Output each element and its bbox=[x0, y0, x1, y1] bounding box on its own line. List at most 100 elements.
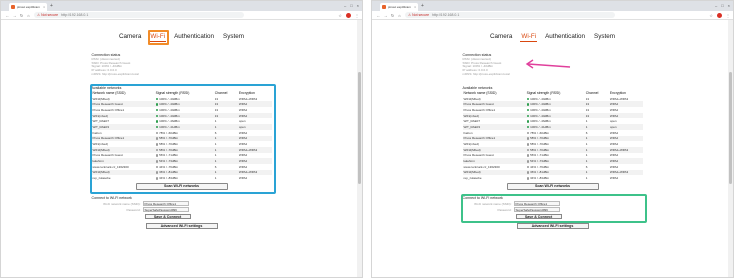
home-icon[interactable]: ⌂ bbox=[25, 13, 32, 18]
home-icon[interactable]: ⌂ bbox=[396, 13, 403, 18]
reload-icon[interactable]: ↻ bbox=[389, 13, 396, 18]
page-scrollbar[interactable] bbox=[357, 20, 362, 277]
ssid-label: Wi-Fi network name (SSID): bbox=[103, 201, 141, 206]
wifi-signal-icon bbox=[526, 114, 530, 118]
networks-table: Network name (SSID) Signal strength (RSS… bbox=[462, 91, 643, 182]
profile-avatar-icon[interactable] bbox=[717, 12, 722, 18]
close-window-icon[interactable]: × bbox=[728, 3, 730, 9]
signal-value: 36% / -81dBm bbox=[530, 170, 550, 175]
nav-authentication[interactable]: Authentication bbox=[173, 31, 215, 42]
signal-value: 44% / -76dBm bbox=[530, 164, 550, 169]
nav-system[interactable]: System bbox=[593, 31, 616, 42]
back-icon[interactable]: ← bbox=[375, 13, 382, 18]
scan-networks-button[interactable]: Scan Wi-Fi networks bbox=[506, 183, 599, 191]
browser-tab[interactable]: pinout esp32cam × bbox=[9, 3, 47, 11]
bookmark-star-icon[interactable]: ☆ bbox=[709, 13, 713, 18]
connection-status: Connection status RSSI: (disconnected) S… bbox=[92, 53, 192, 77]
new-tab-button[interactable]: + bbox=[421, 3, 424, 9]
tab-strip: pinout esp32cam × + – □ × bbox=[372, 1, 733, 11]
available-networks-title: Available networks bbox=[462, 85, 493, 90]
table-header-row: Network name (SSID) Signal strength (RSS… bbox=[463, 91, 643, 96]
signal-value: 56% / -71dBm bbox=[530, 153, 550, 158]
advanced-wifi-settings-button[interactable]: Advanced Wi-Fi settings bbox=[145, 223, 218, 230]
ssid-input[interactable]: Pruss Research Office1 bbox=[142, 201, 189, 207]
back-icon[interactable]: ← bbox=[4, 13, 11, 18]
wifi-signal-icon bbox=[526, 97, 530, 100]
status-line: mDNS: http://pruss-esp32cam.local bbox=[462, 71, 510, 76]
url-text: http://192.168.0.1 bbox=[61, 13, 89, 17]
nav-wifi[interactable]: Wi-Fi bbox=[520, 31, 538, 42]
networks-table-body: WiFi2(Mbed) 100% / -40dBm 13 WPA2+WPA3 Pruss… bbox=[462, 96, 643, 181]
browser-tab[interactable]: pinout esp32cam × bbox=[380, 3, 418, 11]
close-window-icon[interactable]: × bbox=[357, 3, 359, 9]
available-networks: Available networks Network name (SSID) S… bbox=[462, 85, 643, 191]
password-input[interactable]: SuperSafePassword999 bbox=[142, 207, 189, 213]
wifi-signal-icon bbox=[526, 143, 530, 146]
scrollbar-thumb[interactable] bbox=[358, 72, 361, 184]
wifi-signal-icon bbox=[526, 125, 530, 129]
address-bar[interactable]: ⚠ Not secure http://192.168.0.1 bbox=[34, 12, 244, 18]
encryption-cell: WPA2 bbox=[609, 176, 619, 181]
scrollbar-thumb[interactable] bbox=[729, 72, 732, 184]
signal-value: 100% / -40dBm bbox=[530, 113, 551, 118]
advanced-wifi-settings-button[interactable]: Advanced Wi-Fi settings bbox=[516, 223, 589, 230]
page-scrollbar[interactable] bbox=[728, 20, 733, 277]
url-text: http://192.168.0.1 bbox=[432, 13, 460, 17]
signal-value: 78% / -60dBm bbox=[530, 130, 550, 135]
menu-kebab-icon[interactable]: ⋮ bbox=[355, 13, 359, 18]
bookmark-star-icon[interactable]: ☆ bbox=[338, 13, 342, 18]
signal-value: 54% / -73dBm bbox=[530, 159, 550, 164]
tab-title: pinout esp32cam bbox=[388, 5, 411, 9]
new-tab-button[interactable]: + bbox=[50, 3, 53, 9]
browser-toolbar: ← → ↻ ⌂ ⚠ Not secure http://192.168.0.1 … bbox=[372, 11, 733, 20]
minimize-icon[interactable]: – bbox=[344, 3, 346, 9]
tab-title: pinout esp32cam bbox=[17, 5, 40, 9]
wifi-signal-icon bbox=[526, 154, 530, 157]
window-controls: – □ × bbox=[344, 3, 359, 9]
password-label: Password: bbox=[126, 207, 141, 212]
browser-window-right: pinout esp32cam × + – □ × ← → ↻ ⌂ ⚠ Not … bbox=[371, 0, 734, 278]
site-favicon-icon bbox=[11, 5, 15, 9]
address-bar[interactable]: ⚠ Not secure http://192.168.0.1 bbox=[405, 12, 615, 18]
wifi-signal-icon bbox=[526, 108, 530, 112]
nav-authentication[interactable]: Authentication bbox=[544, 31, 586, 42]
networks-table-highlight bbox=[89, 83, 276, 195]
browser-window-left: pinout esp32cam × + – □ × ← → ↻ ⌂ ⚠ Not … bbox=[0, 0, 363, 278]
wifi-signal-icon bbox=[526, 103, 530, 106]
connect-form-highlight bbox=[460, 194, 647, 224]
profile-avatar-icon[interactable] bbox=[346, 12, 351, 18]
maximize-icon[interactable]: □ bbox=[350, 3, 352, 9]
signal-value: 100% / -41dBm bbox=[530, 124, 551, 129]
wifi-tab-highlight bbox=[148, 30, 170, 45]
reload-icon[interactable]: ↻ bbox=[18, 13, 25, 18]
nav-system[interactable]: System bbox=[222, 31, 245, 42]
not-secure-badge[interactable]: ⚠ Not secure bbox=[37, 13, 58, 17]
ssid-field-row: Wi-Fi network name (SSID): Pruss Researc… bbox=[101, 201, 272, 207]
menu-kebab-icon[interactable]: ⋮ bbox=[726, 13, 730, 18]
site-favicon-icon bbox=[382, 5, 386, 9]
toolbar-icons: ☆ ⋮ bbox=[709, 12, 730, 18]
not-secure-badge[interactable]: ⚠ Not secure bbox=[408, 13, 429, 17]
maximize-icon[interactable]: □ bbox=[721, 3, 723, 9]
ssid-cell: rep_zulasobe bbox=[463, 176, 482, 181]
tab-close-icon[interactable]: × bbox=[414, 5, 416, 9]
table-row: rep_zulasobe 34% / -83dBm 1 WPA2 bbox=[463, 175, 643, 181]
password-field-row: Password: SuperSafePassword999 bbox=[101, 207, 272, 213]
browser-toolbar: ← → ↻ ⌂ ⚠ Not secure http://192.168.0.1 … bbox=[1, 11, 362, 20]
tab-close-icon[interactable]: × bbox=[43, 5, 45, 9]
connect-form-title: Connect to Wi-Fi network bbox=[91, 196, 132, 201]
main-nav: Camera Wi-Fi Authentication System bbox=[92, 31, 272, 44]
nav-camera[interactable]: Camera bbox=[489, 31, 513, 42]
forward-icon[interactable]: → bbox=[382, 13, 389, 18]
signal-value: 100% / -40dBm bbox=[530, 107, 551, 112]
minimize-icon[interactable]: – bbox=[715, 3, 717, 9]
nav-camera[interactable]: Camera bbox=[118, 31, 142, 42]
wifi-signal-icon bbox=[526, 160, 530, 163]
toolbar-icons: ☆ ⋮ bbox=[338, 12, 359, 18]
signal-value: 58% / -70dBm bbox=[530, 136, 550, 141]
wifi-signal-icon bbox=[526, 131, 530, 135]
save-connect-button[interactable]: Save & Connect bbox=[144, 213, 191, 220]
connect-form: Connect to Wi-Fi network Wi-Fi network n… bbox=[91, 196, 272, 220]
tab-strip: pinout esp32cam × + – □ × bbox=[1, 1, 362, 11]
forward-icon[interactable]: → bbox=[11, 13, 18, 18]
